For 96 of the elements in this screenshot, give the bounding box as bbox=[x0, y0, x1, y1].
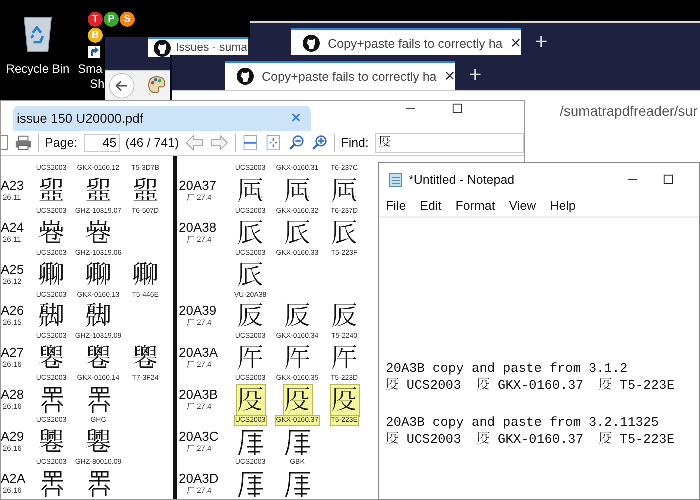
code-label: A23 bbox=[1, 179, 26, 193]
code-label: 20A37 bbox=[179, 179, 218, 193]
code-label: 20A3C bbox=[179, 430, 220, 444]
document-tab[interactable]: issue 150 U20000.pdf × bbox=[13, 106, 311, 131]
glyph: 𠨻 bbox=[330, 384, 358, 416]
new-tab-button[interactable]: + bbox=[535, 31, 548, 53]
find-field[interactable]: 𠨻 bbox=[374, 133, 524, 153]
address-text[interactable]: /sumatrapdfreader/sur bbox=[560, 103, 698, 119]
glyph: 𠨺 bbox=[236, 343, 264, 374]
browser-tab[interactable]: Copy+paste fails to correctly ha × bbox=[225, 61, 455, 90]
tab-title: Copy+paste fails to correctly ha bbox=[262, 70, 437, 84]
zoom-out-icon[interactable] bbox=[288, 135, 306, 151]
glyph: 𠨤 bbox=[38, 218, 66, 249]
code-label: A24 bbox=[1, 220, 26, 235]
glyph: 𠨣 bbox=[84, 176, 112, 207]
code-label: A28 bbox=[1, 388, 26, 402]
code-label: 20A39 bbox=[179, 304, 218, 318]
menu-item[interactable]: View bbox=[509, 199, 536, 213]
page-count: (46 / 741) bbox=[126, 136, 180, 150]
menu-item[interactable]: Edit bbox=[420, 199, 442, 213]
page-number-field[interactable]: 45 bbox=[84, 134, 120, 152]
shortcut-arrow-icon bbox=[88, 46, 100, 58]
app-badge: B bbox=[88, 28, 103, 43]
page-label: Page: bbox=[45, 136, 78, 150]
glyph: 𠨧 bbox=[132, 343, 160, 374]
glyph: 𠨤 bbox=[84, 218, 112, 249]
zoom-in-icon[interactable] bbox=[311, 135, 328, 151]
glyph: 𠨹 bbox=[330, 301, 358, 332]
text-line: 𠨻 UCS2003 𠨻 GKX-0160.37 𠨻 T5-223E bbox=[386, 377, 676, 394]
menu-item[interactable]: File bbox=[386, 199, 406, 213]
app-badge: P bbox=[104, 12, 119, 27]
glyph: 𠨦 bbox=[38, 301, 66, 332]
text-area[interactable]: 20A3B copy and paste from 3.1.2 𠨻 UCS2003 𠨻 GKX-0160.37 𠨻 T5-223E 20A3B copy and paste from 3.2.11325 𠨻 UCS2003 𠨻 GKX-0160.37 𠨻 T5-223E bbox=[379, 218, 699, 499]
text-line: 𠨻 UCS2003 𠨻 GKX-0160.37 𠨻 T5-223E bbox=[386, 431, 676, 448]
glyph: 𠨩 bbox=[38, 426, 66, 458]
glyph: 𠨺 bbox=[330, 343, 358, 374]
find-label: Find: bbox=[341, 136, 369, 150]
tab-title: Copy+paste fails to correctly ha bbox=[328, 36, 503, 50]
glyph: 𠨧 bbox=[84, 343, 112, 374]
glyph: 𠨩 bbox=[84, 426, 112, 458]
glyph: 𠨹 bbox=[236, 301, 264, 332]
maximize-icon[interactable] bbox=[663, 174, 674, 185]
fit-width-icon[interactable] bbox=[242, 135, 260, 151]
desktop-icon-label[interactable]: Sh bbox=[78, 77, 105, 92]
notepad-icon bbox=[388, 172, 404, 188]
glyph: 𠨷 bbox=[284, 176, 312, 207]
glyph: 𠨸 bbox=[236, 260, 264, 291]
code-label: A29 bbox=[1, 430, 26, 444]
desktop-icon-label[interactable]: Sma bbox=[78, 62, 103, 77]
glyph: 𠨣 bbox=[132, 176, 160, 207]
desktop-icon-label[interactable]: Recycle Bin bbox=[6, 62, 70, 77]
close-tab-button[interactable]: × bbox=[444, 66, 456, 87]
glyph: 𠨣 bbox=[38, 176, 66, 207]
code-label: 20A38 bbox=[179, 220, 218, 235]
fit-page-icon[interactable] bbox=[265, 135, 282, 151]
glyph: 𠨷 bbox=[330, 176, 358, 207]
code-label: A27 bbox=[1, 346, 26, 360]
glyph: 𠨸 bbox=[236, 218, 264, 249]
browser-tab[interactable]: Copy+paste fails to correctly ha × bbox=[291, 28, 521, 57]
glyph: 𠨻 bbox=[284, 384, 312, 416]
code-label: A2A bbox=[1, 472, 27, 486]
new-tab-button[interactable]: + bbox=[469, 64, 482, 86]
glyph: 𠨹 bbox=[284, 301, 312, 332]
code-label: 20A3A bbox=[179, 346, 220, 360]
glyph: 𠨻 bbox=[236, 384, 264, 416]
code-label: A25 bbox=[1, 262, 26, 277]
cat-icon bbox=[154, 40, 171, 56]
tab-title: Issues · suma bbox=[176, 42, 248, 54]
back-button[interactable] bbox=[109, 73, 135, 99]
printer-icon[interactable] bbox=[15, 135, 32, 151]
code-label: 20A3B bbox=[179, 388, 220, 402]
cat-icon bbox=[303, 35, 320, 52]
menu-item[interactable]: Format bbox=[456, 199, 496, 213]
document-icon[interactable] bbox=[1, 135, 9, 151]
glyph: 𠨧 bbox=[38, 343, 66, 374]
glyph: 𠨷 bbox=[236, 176, 264, 207]
glyph: 𠨦 bbox=[84, 301, 112, 332]
code-label: 20A3D bbox=[179, 472, 220, 486]
browser-tab[interactable]: Issues · suma bbox=[148, 37, 248, 57]
text-line: 20A3B copy and paste from 3.1.2 bbox=[386, 360, 629, 377]
text-line: 20A3B copy and paste from 3.2.11325 bbox=[386, 414, 660, 431]
glyph: 𠨸 bbox=[330, 218, 358, 249]
app-badge: S bbox=[120, 12, 135, 27]
glyph: 𠨥 bbox=[132, 260, 160, 291]
glyph: 𠨥 bbox=[38, 260, 66, 291]
close-tab-button[interactable]: × bbox=[510, 33, 522, 54]
menu-item[interactable]: Help bbox=[550, 199, 576, 213]
code-label: A26 bbox=[1, 304, 26, 318]
palette-icon[interactable] bbox=[147, 75, 167, 95]
maximize-icon[interactable] bbox=[452, 103, 463, 114]
glyph: 𠨥 bbox=[84, 260, 112, 291]
glyph: 𠨸 bbox=[284, 218, 312, 249]
window-title: *Untitled - Notepad bbox=[409, 172, 516, 186]
cat-icon bbox=[237, 68, 254, 85]
glyph: 𠨺 bbox=[284, 343, 312, 374]
app-badge: T bbox=[88, 12, 103, 27]
